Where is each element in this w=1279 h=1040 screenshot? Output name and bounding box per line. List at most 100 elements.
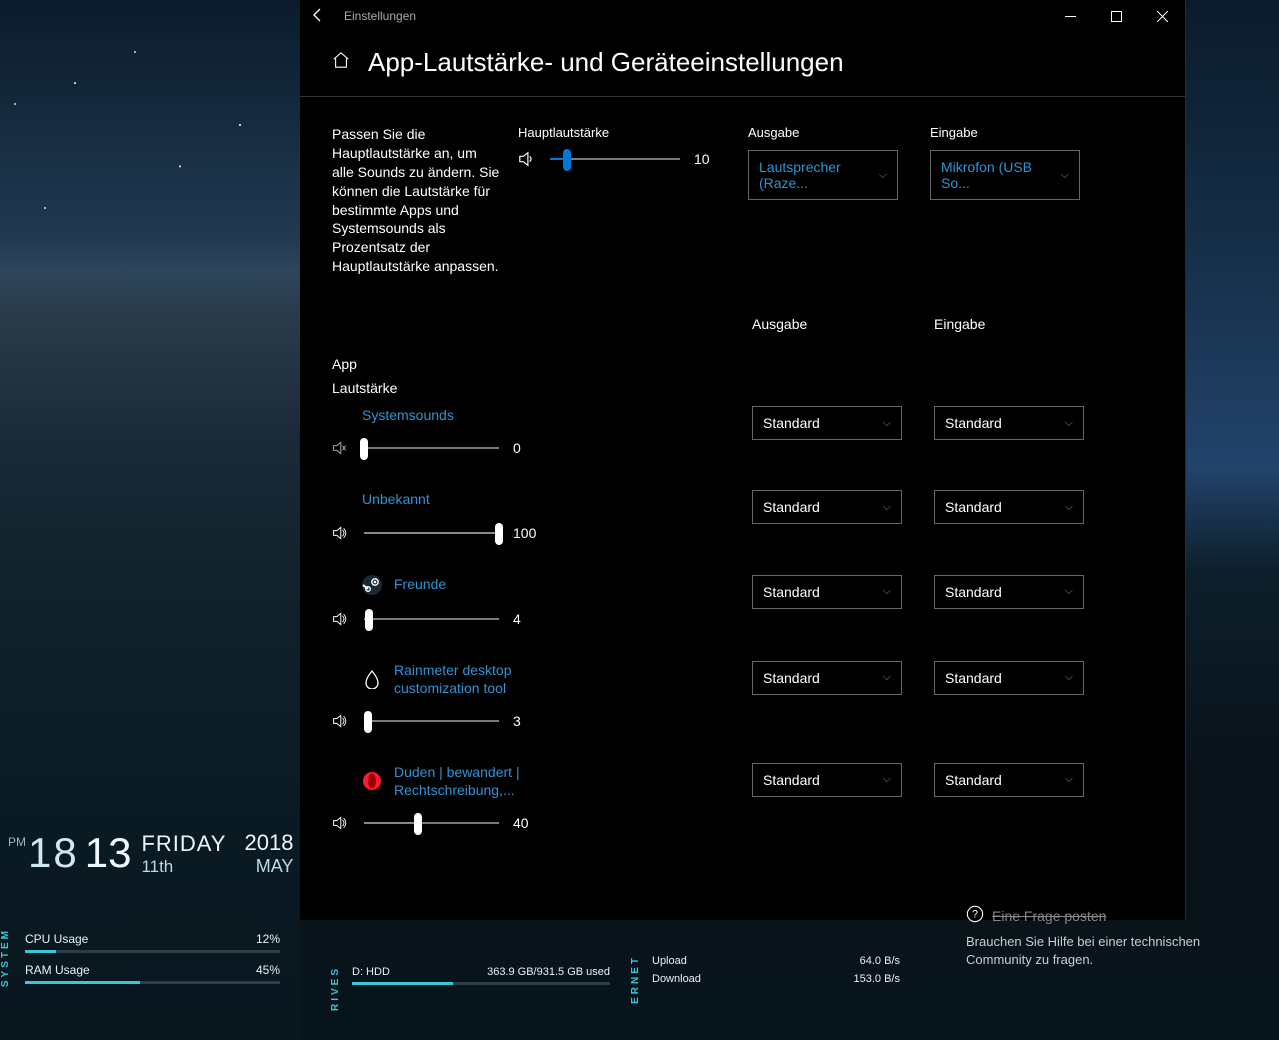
settings-window: Einstellungen App-Lautstärke- und Geräte… xyxy=(300,0,1186,920)
rainmeter-icon xyxy=(362,669,382,689)
app-input-value: Standard xyxy=(945,499,1002,515)
help-title[interactable]: Eine Frage posten xyxy=(992,907,1106,927)
clock-daynum: 11th xyxy=(141,857,226,877)
app-input-dropdown[interactable]: Standard⌵ xyxy=(934,406,1084,440)
app-volume-slider[interactable] xyxy=(364,618,499,620)
chevron-down-icon: ⌵ xyxy=(1065,671,1073,684)
chevron-down-icon: ⌵ xyxy=(1065,773,1073,786)
help-panel: ? Eine Frage posten Brauchen Sie Hilfe b… xyxy=(966,905,1206,969)
cpu-usage-fill xyxy=(25,950,56,953)
speaker-icon[interactable] xyxy=(518,150,536,168)
ram-usage-value: 45% xyxy=(256,963,280,977)
app-row: Duden | bewandert | Rechtschreibung,... 4… xyxy=(332,763,1185,859)
chevron-down-icon: ⌵ xyxy=(1061,169,1069,182)
app-row: Unbekannt 100 Standard ⌵ Standard ⌵ xyxy=(332,490,1185,568)
rainmeter-system-widget: SYSTEM CPU Usage 12% RAM Usage 45% xyxy=(0,928,300,990)
app-volume-row: 3 xyxy=(332,713,752,729)
app-input-value: Standard xyxy=(945,415,1002,431)
wallpaper-mountain xyxy=(0,0,300,1040)
output-label: Ausgabe xyxy=(748,125,918,140)
speaker-icon[interactable] xyxy=(332,611,350,627)
app-name-row: Duden | bewandert | Rechtschreibung,... xyxy=(332,763,752,799)
net-label: ERNET xyxy=(630,955,641,1004)
ram-usage-fill xyxy=(25,981,140,984)
app-output-value: Standard xyxy=(763,584,820,600)
app-volume-row: 100 xyxy=(332,525,752,541)
chevron-down-icon: ⌵ xyxy=(883,417,891,430)
rainmeter-clock-widget: PM 18 13 FRIDAY 11th 2018 MAY xyxy=(8,829,293,877)
speaker-icon[interactable] xyxy=(332,713,350,729)
app-input-dropdown[interactable]: Standard ⌵ xyxy=(934,490,1084,524)
rainmeter-net-widget: ERNET Upload 64.0 B/s Download 153.0 B/s xyxy=(630,955,900,985)
volume-heading: Lautstärke xyxy=(332,380,752,396)
clock-month: MAY xyxy=(244,856,293,877)
cpu-usage-bar xyxy=(25,950,280,953)
output-device-value: Lautsprecher (Raze... xyxy=(759,159,879,191)
app-volume-slider[interactable] xyxy=(364,822,499,824)
download-label: Download xyxy=(652,973,701,985)
ram-usage-bar xyxy=(25,981,280,984)
master-volume-value: 10 xyxy=(694,151,720,167)
app-input-dropdown[interactable]: Standard⌵ xyxy=(934,763,1084,797)
home-icon[interactable] xyxy=(332,51,350,74)
speaker-muted-icon[interactable] xyxy=(332,440,350,456)
content-area[interactable]: Passen Sie die Hauptlautstärke an, um al… xyxy=(300,97,1185,920)
rainmeter-drive-widget: RIVES D: HDD 363.9 GB/931.5 GB used xyxy=(330,966,610,985)
app-output-dropdown[interactable]: Standard⌵ xyxy=(752,661,902,695)
drive-label: RIVES xyxy=(330,966,341,1011)
app-name-row: Rainmeter desktop customization tool xyxy=(332,661,752,697)
app-volume-value: 0 xyxy=(513,440,539,456)
page-header: App-Lautstärke- und Geräteeinstellungen xyxy=(300,32,1185,97)
chevron-down-icon: ⌵ xyxy=(883,671,891,684)
output-heading: Ausgabe xyxy=(752,316,922,406)
close-button[interactable] xyxy=(1139,0,1185,32)
speaker-icon[interactable] xyxy=(332,815,350,831)
chevron-down-icon: ⌵ xyxy=(1065,501,1073,514)
drive-bar xyxy=(352,982,610,985)
app-volume-slider[interactable] xyxy=(364,720,499,722)
chevron-down-icon: ⌵ xyxy=(883,501,891,514)
app-output-dropdown[interactable]: Standard⌵ xyxy=(752,763,902,797)
app-row: Freunde4Standard⌵Standard⌵ xyxy=(332,575,1185,655)
app-output-dropdown[interactable]: Standard⌵ xyxy=(752,406,902,440)
output-device-dropdown[interactable]: Lautsprecher (Raze... ⌵ xyxy=(748,150,898,200)
window-title: Einstellungen xyxy=(344,9,416,23)
app-name-row: Systemsounds xyxy=(332,406,752,424)
app-input-dropdown[interactable]: Standard⌵ xyxy=(934,661,1084,695)
cpu-usage-value: 12% xyxy=(256,932,280,946)
app-volume-value: 4 xyxy=(513,611,539,627)
opera-icon xyxy=(362,771,382,791)
ram-usage-label: RAM Usage xyxy=(25,963,90,977)
input-device-dropdown[interactable]: Mikrofon (USB So... ⌵ xyxy=(930,150,1080,200)
app-row: Systemsounds0Standard⌵Standard⌵ xyxy=(332,406,1185,484)
speaker-icon[interactable] xyxy=(332,525,350,541)
minimize-button[interactable] xyxy=(1047,0,1093,32)
app-output-dropdown[interactable]: Standard ⌵ xyxy=(752,490,902,524)
maximize-button[interactable] xyxy=(1093,0,1139,32)
app-heading: App xyxy=(332,356,752,372)
app-name: Freunde xyxy=(394,575,446,593)
clock-ampm: PM xyxy=(8,835,26,849)
app-volume-row: 40 xyxy=(332,815,752,831)
master-volume-label: Hauptlautstärke xyxy=(518,125,748,140)
upload-label: Upload xyxy=(652,955,687,967)
app-name: Unbekannt xyxy=(362,490,430,508)
app-volume-slider[interactable] xyxy=(364,532,499,534)
chevron-down-icon: ⌵ xyxy=(883,585,891,598)
chevron-down-icon: ⌵ xyxy=(879,169,887,182)
steam-icon xyxy=(362,575,382,595)
app-output-value: Standard xyxy=(763,772,820,788)
download-value: 153.0 B/s xyxy=(854,973,900,985)
app-output-dropdown[interactable]: Standard ⌵ xyxy=(752,575,902,609)
app-volume-slider[interactable] xyxy=(364,447,499,449)
app-volume-value: 100 xyxy=(513,525,539,541)
back-button[interactable] xyxy=(310,7,326,26)
chevron-down-icon: ⌵ xyxy=(1065,585,1073,598)
clock-weekday: FRIDAY xyxy=(141,831,226,857)
master-volume-slider[interactable] xyxy=(550,158,680,160)
cpu-usage-label: CPU Usage xyxy=(25,932,88,946)
app-name: Duden | bewandert | Rechtschreibung,... xyxy=(394,763,564,799)
app-output-value: Standard xyxy=(763,499,820,515)
app-input-dropdown[interactable]: Standard⌵ xyxy=(934,575,1084,609)
input-label: Eingabe xyxy=(930,125,1088,140)
